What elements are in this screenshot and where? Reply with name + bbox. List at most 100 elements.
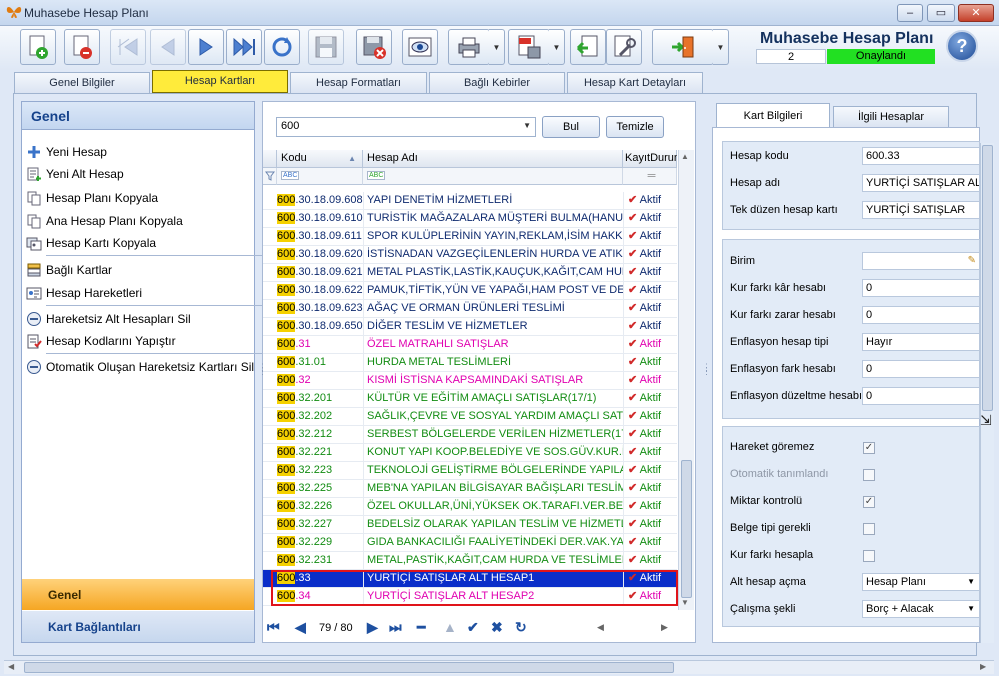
print-button[interactable]	[448, 29, 490, 65]
refresh-arrow-icon[interactable]: ↻	[515, 619, 527, 636]
previous-record-button[interactable]	[150, 29, 186, 65]
table-row[interactable]: 600.30.18.09.620 İSTİSNADAN VAZGEÇİLENLER…	[263, 246, 677, 264]
preview-button[interactable]	[402, 29, 438, 65]
tab-genel-bilgiler[interactable]: Genel Bilgiler	[14, 72, 150, 93]
pdf-export-button[interactable]	[508, 29, 550, 65]
scroll-down-icon[interactable]: ▼	[681, 598, 689, 607]
print-dropdown-button[interactable]: ▼	[489, 29, 505, 65]
exit-button[interactable]	[652, 29, 714, 65]
table-row[interactable]: 600.32.227 BEDELSİZ OLARAK YAPILAN TESLİM…	[263, 516, 677, 534]
first-record-button[interactable]	[110, 29, 146, 65]
previous-page-icon[interactable]: ◀	[295, 619, 306, 636]
delete-row-icon[interactable]: ━	[417, 619, 425, 636]
table-row[interactable]: 600.32.225 MEB'NA YAPILAN BİLGİSAYAR BAĞI…	[263, 480, 677, 498]
table-row[interactable]: 600.30.18.09.610 TURİSTİK MAĞAZALARA MÜŞT…	[263, 210, 677, 228]
card-g2-0-field[interactable]: ✎	[862, 252, 980, 270]
table-row[interactable]: 600.30.18.09.622 PAMUK,TİFTİK,YÜN VE YAPA…	[263, 282, 677, 300]
pdf-dropdown-button[interactable]: ▼	[549, 29, 565, 65]
calisma-sekli-select[interactable]: Borç + Alacak ▼	[862, 600, 980, 618]
first-page-icon[interactable]: ⏮	[267, 619, 280, 636]
column-header-hesap-adi[interactable]: Hesap Adı	[363, 150, 623, 168]
splitter-handle[interactable]: ⋮ ⋮	[702, 363, 711, 376]
filter-cell-kayit-durum[interactable]: ═	[623, 168, 677, 185]
nav-hareketsiz-alt-hesaplari-sil[interactable]: Hareketsiz Alt Hesapları Sil	[26, 310, 191, 328]
tab-hesap-formatlari[interactable]: Hesap Formatları	[290, 72, 427, 93]
nav-ana-hesap-plani-kopyala[interactable]: Ana Hesap Planı Kopyala	[26, 212, 183, 230]
nav-yeni-hesap[interactable]: Yeni Hesap	[26, 143, 107, 161]
nav-otomatik-kartlari-sil[interactable]: Otomatik Oluşan Hareketsiz Kartları Sil	[26, 358, 254, 376]
cancel-changes-button[interactable]	[356, 29, 392, 65]
card-g1-1-field[interactable]: YURTİÇİ SATIŞLAR ALT	[862, 174, 980, 192]
table-row[interactable]: 600.32.223 TEKNOLOJİ GELİŞTİRME BÖLGELERİ…	[263, 462, 677, 480]
nav-section-kart-baglantilari[interactable]: Kart Bağlantıları	[22, 611, 254, 642]
tab-hesap-kart-detaylari[interactable]: Hesap Kart Detayları	[567, 72, 703, 93]
card-g2-3-field[interactable]: Hayır	[862, 333, 980, 351]
table-row[interactable]: 600.32.221 KONUT YAPI KOOP.BELEDİYE VE SO…	[263, 444, 677, 462]
option-checkbox-0[interactable]: ✓	[863, 442, 875, 454]
nav-section-genel[interactable]: Genel	[22, 579, 254, 610]
table-row[interactable]: 600.32 KISMİ İSTİSNA KAPSAMINDAKİ SATIŞLA…	[263, 372, 677, 390]
scroll-right-icon[interactable]: ▶	[980, 662, 986, 671]
table-row[interactable]: 600.30.18.09.650 DİĞER TESLİM VE HİZMETLE…	[263, 318, 677, 336]
card-g2-4-field[interactable]: 0	[862, 360, 980, 378]
card-g1-2-field[interactable]: YURTİÇİ SATIŞLAR	[862, 201, 980, 219]
card-g2-5-field[interactable]: 0	[862, 387, 980, 405]
delete-document-button[interactable]	[64, 29, 100, 65]
maximize-button[interactable]: ▭	[927, 4, 955, 22]
splitter-handle[interactable]: ⋮ ⋮	[258, 363, 267, 376]
last-record-button[interactable]	[226, 29, 262, 65]
scroll-up-icon[interactable]: ▲	[681, 152, 689, 161]
nav-hesap-hareketleri[interactable]: Hesap Hareketleri	[26, 284, 142, 302]
card-g2-2-field[interactable]: 0	[862, 306, 980, 324]
tag-lookup-icon[interactable]: ✎	[968, 253, 976, 269]
filter-icon[interactable]	[263, 168, 277, 185]
scroll-left-icon[interactable]: ◀	[597, 622, 604, 633]
exit-dropdown-button[interactable]: ▼	[713, 29, 729, 65]
table-row[interactable]: 600.31.01 HURDA METAL TESLİMLERİ ✔ Aktif	[263, 354, 677, 372]
close-window-button[interactable]: ✕	[958, 4, 994, 22]
option-checkbox-3[interactable]	[863, 523, 875, 535]
table-row[interactable]: 600.32.212 SERBEST BÖLGELERDE VERİLEN HİZ…	[263, 426, 677, 444]
minimize-button[interactable]: –	[897, 4, 923, 22]
table-row[interactable]: 600.31 ÖZEL MATRAHLI SATIŞLAR ✔ Aktif	[263, 336, 677, 354]
table-row[interactable]: 600.32.226 ÖZEL OKULLAR,ÜNİ,YÜKSEK OK.TAR…	[263, 498, 677, 516]
nav-yeni-alt-hesap[interactable]: Yeni Alt Hesap	[26, 165, 124, 183]
table-row[interactable]: 600.30.18.09.611 SPOR KULÜPLERİNİN YAYIN,…	[263, 228, 677, 246]
card-g2-1-field[interactable]: 0	[862, 279, 980, 297]
table-row[interactable]: 600.34 YURTİÇİ SATIŞLAR ALT HESAP2 ✔ Aktif	[263, 588, 677, 606]
clear-button[interactable]: Temizle	[606, 116, 664, 138]
column-header-kodu[interactable]: Kodu ▲	[277, 150, 363, 168]
table-row[interactable]: 600.32.231 METAL,PASTİK,KAĞIT,CAM HURDA V…	[263, 552, 677, 570]
help-button[interactable]: ?	[946, 30, 978, 62]
save-button[interactable]	[308, 29, 344, 65]
settings-tools-button[interactable]	[606, 29, 642, 65]
scroll-right-icon[interactable]: ▶	[661, 622, 668, 633]
confirm-check-icon[interactable]: ✔	[467, 619, 479, 636]
filter-cell-hesap-adi[interactable]: ABC	[363, 168, 623, 185]
table-row[interactable]: 600.32.202 SAĞLIK,ÇEVRE VE SOSYAL YARDIM …	[263, 408, 677, 426]
last-page-icon[interactable]: ⏭	[389, 619, 402, 636]
next-record-button[interactable]	[188, 29, 224, 65]
table-row[interactable]: 600.30.18.09.621 METAL PLASTİK,LASTİK,KAU…	[263, 264, 677, 282]
chevron-down-icon[interactable]: ▼	[523, 121, 531, 130]
up-row-icon[interactable]: ▲	[443, 619, 457, 635]
tab-ilgili-hesaplar[interactable]: İlgili Hesaplar	[833, 106, 949, 127]
table-row[interactable]: 600.30.18.09.608 YAPI DENETİM HİZMETLERİ ✔…	[263, 192, 677, 210]
tab-bagli-kebirler[interactable]: Bağlı Kebirler	[429, 72, 565, 93]
refresh-button[interactable]	[264, 29, 300, 65]
scroll-thumb[interactable]	[24, 662, 674, 673]
next-page-icon[interactable]: ▶	[367, 619, 378, 636]
nav-hesap-karti-kopyala[interactable]: Hesap Kartı Kopyala	[26, 234, 156, 252]
right-vertical-scrollbar[interactable]	[980, 143, 994, 643]
scroll-thumb[interactable]	[982, 145, 993, 411]
horizontal-scrollbar[interactable]: ◀ ▶	[4, 660, 994, 674]
table-row[interactable]: 600.32.201 KÜLTÜR VE EĞİTİM AMAÇLI SATIŞL…	[263, 390, 677, 408]
scroll-thumb[interactable]	[681, 460, 692, 598]
search-combo[interactable]: 600 ▼	[276, 117, 536, 137]
filter-cell-kodu[interactable]: ABC	[277, 168, 363, 185]
cancel-x-icon[interactable]: ✖	[491, 619, 503, 636]
table-row[interactable]: 600.30.18.09.623 AĞAÇ VE ORMAN ÜRÜNLERİ T…	[263, 300, 677, 318]
table-row[interactable]: 600.32.229 GIDA BANKACILIĞI FAALİYETİNDEK…	[263, 534, 677, 552]
import-button[interactable]	[570, 29, 606, 65]
grid-vertical-scrollbar[interactable]: ▲ ▼	[678, 150, 694, 610]
